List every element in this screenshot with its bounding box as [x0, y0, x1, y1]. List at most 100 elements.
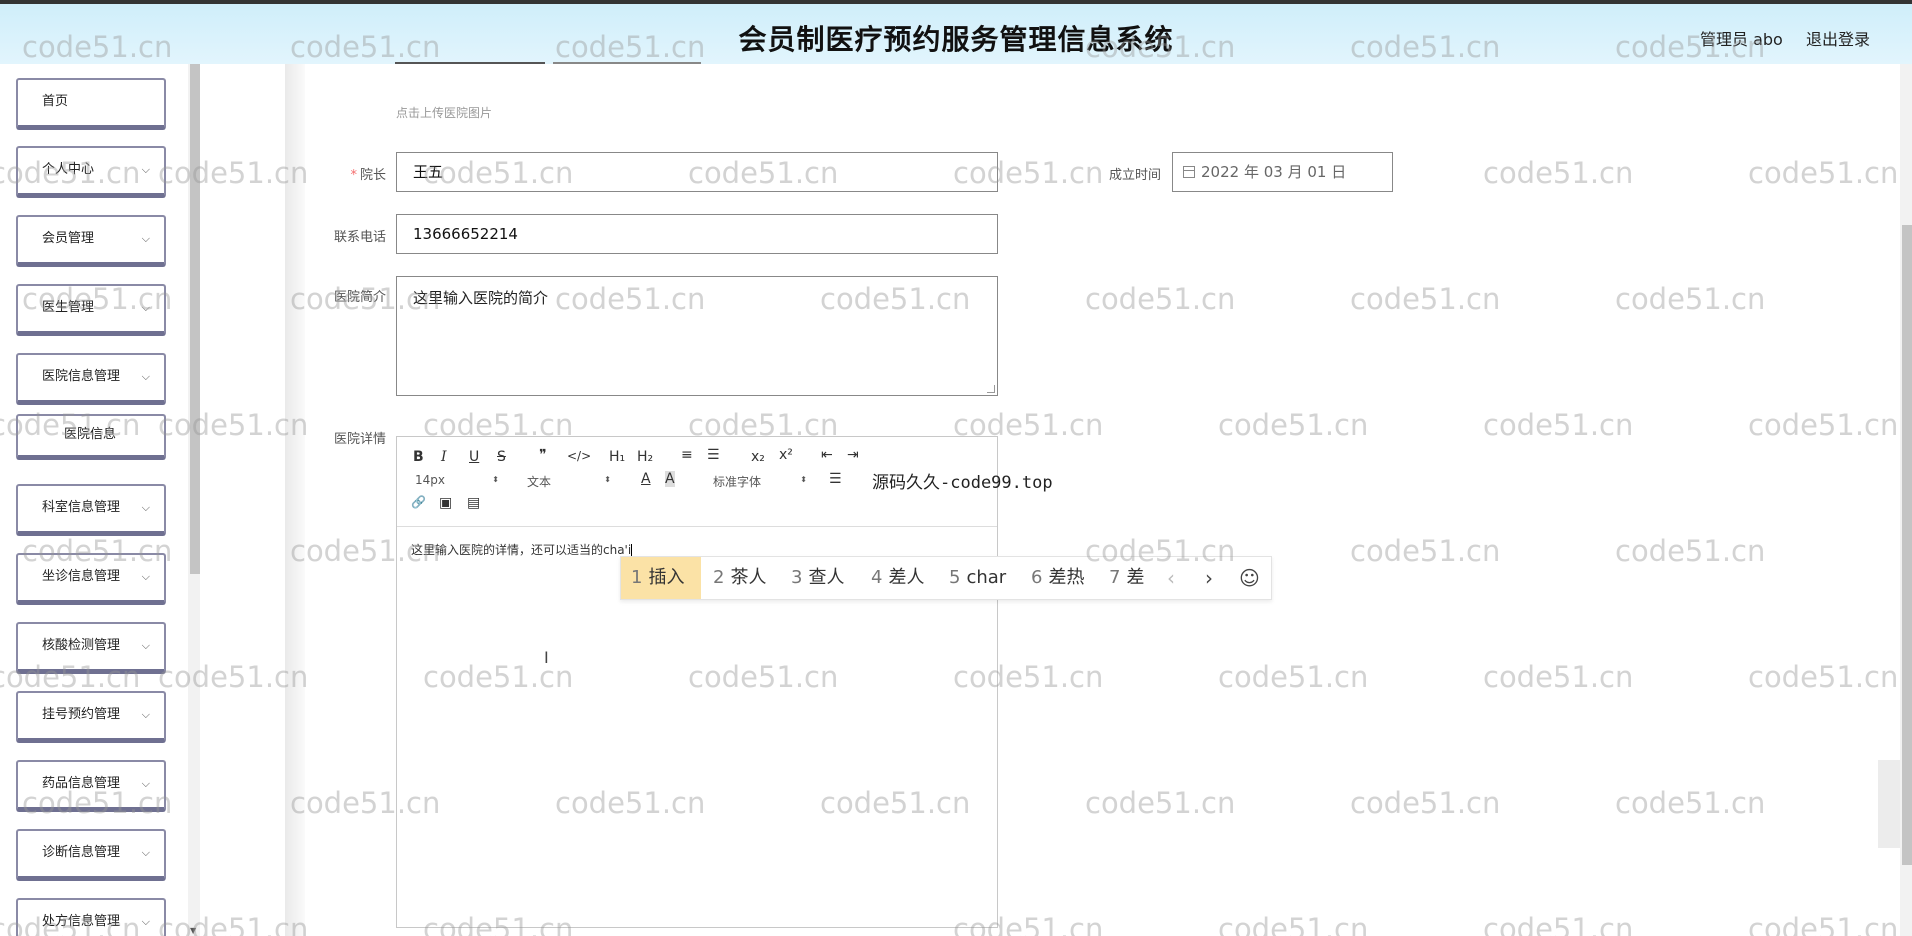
background-color-icon[interactable]: A — [665, 471, 675, 487]
calendar-icon — [1183, 166, 1195, 178]
chevron-down-icon: ⌵ — [141, 570, 150, 583]
emoji-icon[interactable]: ☺ — [1239, 557, 1260, 599]
image-icon[interactable]: ▣ — [439, 495, 452, 511]
sidebar-item-label: 会员管理 — [42, 231, 95, 246]
sidebar-item-doctor-mgmt[interactable]: 医生管理 ⌵ — [16, 284, 166, 336]
chevron-down-icon: ⌵ — [141, 163, 150, 176]
font-family-value: 标准字体 — [713, 475, 762, 489]
editor-content[interactable]: 这里输入医院的详情，还可以适当的cha'i — [411, 541, 633, 558]
rich-text-editor[interactable]: B I U S ❞ </> H₁ H₂ ≡ ☰ x₂ x² ⇤ ⇥ 14px ⬍ … — [396, 436, 998, 928]
sidebar-item-label: 科室信息管理 — [42, 500, 121, 515]
ime-candidate[interactable]: 2 茶人 — [703, 557, 776, 599]
sidebar-item-label: 诊断信息管理 — [42, 845, 121, 860]
sidebar-item-home[interactable]: 首页 — [16, 78, 166, 130]
select-arrows-icon: ⬍ — [492, 475, 499, 484]
ime-candidate[interactable]: 3 查人 — [781, 557, 854, 599]
required-mark: * — [350, 168, 357, 183]
page-scrollbar-thumb[interactable] — [1902, 225, 1912, 865]
sidebar-item-medicine-mgmt[interactable]: 药品信息管理 ⌵ — [16, 760, 166, 812]
admin-user-label: 管理员 abo — [1700, 30, 1783, 49]
underline-icon[interactable]: U — [469, 449, 479, 465]
ordered-list-icon[interactable]: ≡ — [681, 447, 693, 463]
founded-label: 成立时间 — [1108, 168, 1161, 183]
phone-input[interactable]: 13666652214 — [396, 214, 998, 254]
chevron-down-icon: ⌵ — [141, 232, 150, 245]
divider — [553, 62, 701, 64]
sidebar: 首页 个人中心 ⌵ 会员管理 ⌵ 医生管理 ⌵ 医院信息管理 ⌵ 医院信息 科室信息管理… — [0, 64, 200, 936]
editor-text: 这里输入医院的详情，还可以适当的cha'i — [411, 543, 632, 557]
sidebar-item-prescription-mgmt[interactable]: 处方信息管理 ⌵ — [16, 898, 166, 936]
logout-button[interactable]: 退出登录 — [1806, 26, 1870, 50]
intro-text: 这里输入医院的简介 — [413, 289, 549, 307]
chevron-down-icon: ⌵ — [141, 370, 150, 383]
chevron-down-icon: ⌵ — [141, 639, 150, 652]
chevron-down-icon: ⌵ — [141, 915, 150, 928]
font-family-select[interactable]: 标准字体 ⬍ — [713, 473, 807, 490]
indent-icon[interactable]: ⇥ — [847, 447, 859, 463]
sidebar-item-personal-center[interactable]: 个人中心 ⌵ — [16, 146, 166, 198]
sidebar-item-label: 个人中心 — [42, 162, 95, 177]
text-type-select[interactable]: 文本 ⬍ — [527, 473, 611, 490]
sidebar-item-label: 坐诊信息管理 — [42, 569, 121, 584]
font-size-value: 14px — [415, 473, 445, 487]
ime-candidate[interactable]: 6 差热 — [1021, 557, 1094, 599]
founded-date-picker[interactable]: 2022 年 03 月 01 日 — [1172, 152, 1393, 192]
sidebar-item-diagnosis-mgmt[interactable]: 诊断信息管理 ⌵ — [16, 829, 166, 881]
sidebar-item-label: 医院信息 — [64, 427, 117, 442]
code-block-icon[interactable]: </> — [567, 449, 591, 463]
bold-icon[interactable]: B — [413, 449, 424, 465]
italic-icon[interactable]: I — [441, 449, 447, 465]
sidebar-item-registration-mgmt[interactable]: 挂号预约管理 ⌵ — [16, 691, 166, 743]
blockquote-icon[interactable]: ❞ — [539, 447, 547, 463]
ime-candidate[interactable]: 7差 — [1099, 557, 1154, 599]
ime-candidate-bar[interactable]: 1 插入 2 茶人 3 查人 4 差人 5 char 6 差热 7差 ‹ › ☺ — [620, 556, 1272, 600]
intro-label: 医院简介 — [333, 290, 386, 305]
sidebar-item-department-mgmt[interactable]: 科室信息管理 ⌵ — [16, 484, 166, 536]
link-icon[interactable]: 🔗 — [411, 495, 426, 509]
font-color-icon[interactable]: A — [641, 471, 651, 487]
sidebar-subitem-hospital-info[interactable]: 医院信息 — [16, 414, 166, 460]
sidebar-item-label: 药品信息管理 — [42, 776, 121, 791]
select-arrows-icon: ⬍ — [800, 475, 807, 484]
sidebar-item-label: 医生管理 — [42, 300, 95, 315]
resize-handle-icon[interactable] — [987, 385, 995, 393]
subscript-icon[interactable]: x₂ — [751, 449, 765, 465]
chevron-down-icon: ⌵ — [141, 708, 150, 721]
heading-2-icon[interactable]: H₂ — [637, 449, 653, 465]
align-icon[interactable]: ☰ — [829, 471, 842, 487]
top-header: 会员制医疗预约服务管理信息系统 管理员 abo 退出登录 — [0, 0, 1912, 64]
overlay-watermark-text: 源码久久-code99.top — [872, 473, 1053, 493]
ime-candidate[interactable]: 5 char — [939, 557, 1016, 599]
phone-label: 联系电话 — [333, 230, 386, 245]
sidebar-item-member-mgmt[interactable]: 会员管理 ⌵ — [16, 215, 166, 267]
sidebar-item-consult-mgmt[interactable]: 坐诊信息管理 ⌵ — [16, 553, 166, 605]
details-label: 医院详情 — [333, 432, 386, 447]
strikethrough-icon[interactable]: S — [497, 449, 506, 465]
font-size-select[interactable]: 14px ⬍ — [415, 473, 499, 487]
video-icon[interactable]: ▤ — [467, 495, 480, 511]
ime-next-icon[interactable]: › — [1205, 557, 1213, 599]
ime-prev-icon[interactable]: ‹ — [1167, 557, 1175, 599]
founded-date-value: 2022 年 03 月 01 日 — [1201, 163, 1347, 181]
scroll-down-icon[interactable]: ▼ — [190, 926, 196, 935]
intro-textarea[interactable]: 这里输入医院的简介 — [396, 276, 998, 396]
divider — [395, 62, 545, 64]
ime-candidate[interactable]: 1 插入 — [621, 557, 701, 599]
director-input[interactable]: 王五 — [396, 152, 998, 192]
sidebar-scrollbar-thumb[interactable] — [190, 64, 200, 574]
sidebar-item-label: 挂号预约管理 — [42, 707, 121, 722]
text-cursor-icon: I — [544, 648, 549, 667]
sidebar-item-label: 核酸检测管理 — [42, 638, 121, 653]
upload-hint[interactable]: 点击上传医院图片 — [396, 104, 492, 121]
sidebar-item-nucleic-test-mgmt[interactable]: 核酸检测管理 ⌵ — [16, 622, 166, 674]
outdent-icon[interactable]: ⇤ — [821, 447, 833, 463]
superscript-icon[interactable]: x² — [779, 447, 793, 463]
sidebar-item-label: 首页 — [42, 94, 69, 109]
sidebar-item-hospital-info-mgmt[interactable]: 医院信息管理 ⌵ — [16, 353, 166, 405]
chevron-down-icon: ⌵ — [141, 846, 150, 859]
ime-candidate[interactable]: 4 差人 — [861, 557, 934, 599]
heading-1-icon[interactable]: H₁ — [609, 449, 625, 465]
bullet-list-icon[interactable]: ☰ — [707, 447, 720, 463]
content-edge-shade — [285, 64, 305, 936]
chevron-down-icon: ⌵ — [141, 301, 150, 314]
